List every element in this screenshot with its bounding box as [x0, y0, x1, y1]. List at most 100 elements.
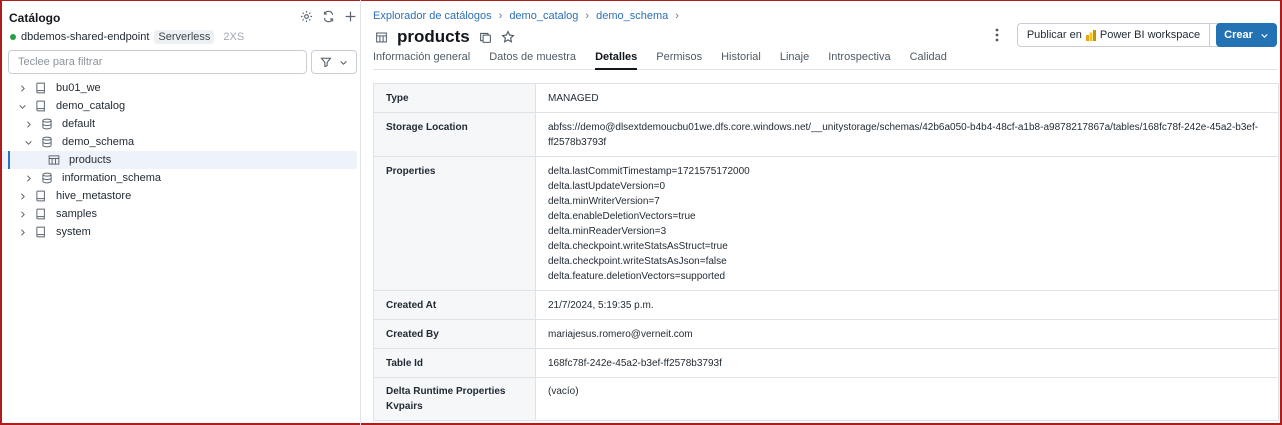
- details-key: Properties: [373, 156, 536, 291]
- details-row-created-at: Created At 21/7/2024, 5:19:35 p.m.: [373, 290, 1279, 320]
- chevron-right-icon[interactable]: [17, 227, 27, 237]
- tab-introspectiva[interactable]: Introspectiva: [828, 51, 890, 69]
- catalog-icon: [35, 190, 47, 202]
- tree-item-demo-schema[interactable]: demo_schema: [2, 133, 357, 151]
- tree-item-label: information_schema: [62, 172, 162, 184]
- tab-detalles[interactable]: Detalles: [595, 51, 638, 70]
- chevron-down-icon[interactable]: [23, 137, 33, 147]
- sql-endpoint[interactable]: dbdemos-shared-endpoint Serverless 2XS: [10, 30, 244, 44]
- details-value: 168fc78f-242e-45a2-b3ef-ff2578b3793f: [535, 348, 1279, 378]
- tab-historial[interactable]: Historial: [721, 51, 761, 69]
- filter-options-button[interactable]: [311, 50, 357, 74]
- tree-item-information-schema[interactable]: information_schema: [2, 169, 357, 187]
- publish-powerbi-button[interactable]: Publicar en Power BI workspace: [1017, 23, 1210, 47]
- star-icon[interactable]: [500, 29, 516, 45]
- details-row-properties: Properties delta.lastCommitTimestamp=1721…: [373, 156, 1279, 291]
- gear-icon[interactable]: [299, 9, 314, 24]
- details-value-line: delta.enableDeletionVectors=true: [548, 211, 696, 222]
- refresh-icon[interactable]: [321, 9, 336, 24]
- tree-item-label: demo_schema: [62, 136, 135, 148]
- tree-item-samples[interactable]: samples: [2, 205, 357, 223]
- status-dot: [10, 34, 16, 40]
- details-value-line: 168fc78f-242e-45a2-b3ef-ff2578b3793f: [548, 358, 722, 369]
- details-row-storage-location: Storage Location abfss://demo@dlsextdemou…: [373, 112, 1279, 157]
- breadcrumb-demo-catalog[interactable]: demo_catalog: [509, 10, 578, 22]
- breadcrumb-demo-schema[interactable]: demo_schema: [596, 10, 668, 22]
- details-value-line: delta.lastUpdateVersion=0: [548, 181, 666, 192]
- breadcrumb-separator-icon: ›: [498, 10, 503, 22]
- details-value: (vacío): [535, 377, 1279, 421]
- details-key-line: Kvpairs: [386, 401, 423, 412]
- publish-target: Power BI workspace: [1099, 29, 1201, 41]
- chevron-down-icon[interactable]: [17, 101, 27, 111]
- chevron-right-icon[interactable]: [23, 173, 33, 183]
- tab-permisos[interactable]: Permisos: [656, 51, 702, 69]
- details-key-line: Delta Runtime Properties: [386, 386, 506, 397]
- tree-item-bu01-we[interactable]: bu01_we: [2, 79, 357, 97]
- filter-input[interactable]: [8, 50, 307, 74]
- add-icon[interactable]: [343, 9, 358, 24]
- details-row-delta-runtime-properties-kvpairs: Delta Runtime Properties Kvpairs (vacío): [373, 377, 1279, 421]
- details-value-line: delta.lastCommitTimestamp=1721575172000: [548, 166, 750, 177]
- details-key: Delta Runtime Properties Kvpairs: [373, 377, 536, 421]
- tree-item-label: samples: [56, 208, 97, 220]
- chevron-right-icon[interactable]: [23, 119, 33, 129]
- details-value-line: delta.minWriterVersion=7: [548, 196, 660, 207]
- table-icon: [48, 154, 60, 166]
- catalog-icon: [35, 208, 47, 220]
- catalog-tree: bu01_we demo_catalogdefault demo_schemapro…: [2, 79, 357, 241]
- chevron-right-icon[interactable]: [17, 83, 27, 93]
- endpoint-name: dbdemos-shared-endpoint: [21, 31, 150, 43]
- details-row-type: Type MANAGED: [373, 83, 1279, 113]
- breadcrumb-separator-icon: ›: [675, 10, 679, 22]
- details-value-line: (vacío): [548, 386, 579, 397]
- tree-item-products[interactable]: products: [2, 151, 357, 169]
- details-value-line: delta.feature.deletionVectors=supported: [548, 271, 726, 282]
- details-value-line: delta.checkpoint.writeStatsAsStruct=true: [548, 241, 728, 252]
- details-table: Type MANAGED Storage Location abfss://demo@…: [373, 83, 1279, 421]
- details-row-created-by: Created By mariajesus.romero@verneit.com: [373, 319, 1279, 349]
- sidebar-title: Catálogo: [9, 11, 61, 25]
- tree-item-label: bu01_we: [56, 82, 101, 94]
- tree-item-demo-catalog[interactable]: demo_catalog: [2, 97, 357, 115]
- tab-calidad[interactable]: Calidad: [910, 51, 947, 69]
- details-value-line: 21/7/2024, 5:19:35 p.m.: [548, 300, 654, 311]
- chevron-right-icon[interactable]: [17, 191, 27, 201]
- create-button[interactable]: Crear: [1216, 23, 1277, 47]
- tab-linaje[interactable]: Linaje: [780, 51, 809, 69]
- chevron-down-icon: [1261, 33, 1268, 38]
- chevron-right-icon[interactable]: [17, 209, 27, 219]
- table-icon: [373, 29, 389, 45]
- copy-icon[interactable]: [478, 29, 494, 45]
- tree-item-label: products: [69, 154, 112, 166]
- tree-item-default[interactable]: default: [2, 115, 357, 133]
- details-value-line: ff2578b3793f: [548, 137, 607, 148]
- title-bar: products: [373, 27, 522, 47]
- details-value: delta.lastCommitTimestamp=1721575172000 d…: [535, 156, 1279, 291]
- filter-icon: [320, 57, 332, 68]
- details-key: Table Id: [373, 348, 536, 378]
- catalog-icon: [35, 226, 47, 238]
- tree-item-system[interactable]: system: [2, 223, 357, 241]
- details-value: abfss://demo@dlsextdemoucbu01we.dfs.core…: [535, 112, 1279, 157]
- schema-icon: [41, 118, 53, 130]
- tree-item-label: demo_catalog: [56, 100, 126, 112]
- powerbi-icon: [1085, 29, 1096, 41]
- details-row-table-id: Table Id 168fc78f-242e-45a2-b3ef-ff2578b3…: [373, 348, 1279, 378]
- chevron-down-icon: [340, 60, 347, 65]
- details-key: Created At: [373, 290, 536, 320]
- tab-datos-de-muestra[interactable]: Datos de muestra: [489, 51, 576, 69]
- more-options-icon[interactable]: [989, 27, 1005, 43]
- create-label: Crear: [1224, 29, 1253, 41]
- sidebar-actions: [299, 9, 358, 24]
- tab-informacion-general[interactable]: Información general: [373, 51, 470, 69]
- details-key: Type: [373, 83, 536, 113]
- details-value: mariajesus.romero@verneit.com: [535, 319, 1279, 349]
- breadcrumb-catalog-explorer[interactable]: Explorador de catálogos: [373, 10, 492, 22]
- tree-item-hive-metastore[interactable]: hive_metastore: [2, 187, 357, 205]
- schema-icon: [41, 172, 53, 184]
- details-value-line: MANAGED: [548, 93, 599, 104]
- details-value-line: abfss://demo@dlsextdemoucbu01we.dfs.core…: [548, 122, 1259, 133]
- catalog-sidebar: Catálogo dbdemos-shared-endpoint Serverl…: [2, 0, 361, 425]
- breadcrumb-separator-icon: ›: [585, 10, 590, 22]
